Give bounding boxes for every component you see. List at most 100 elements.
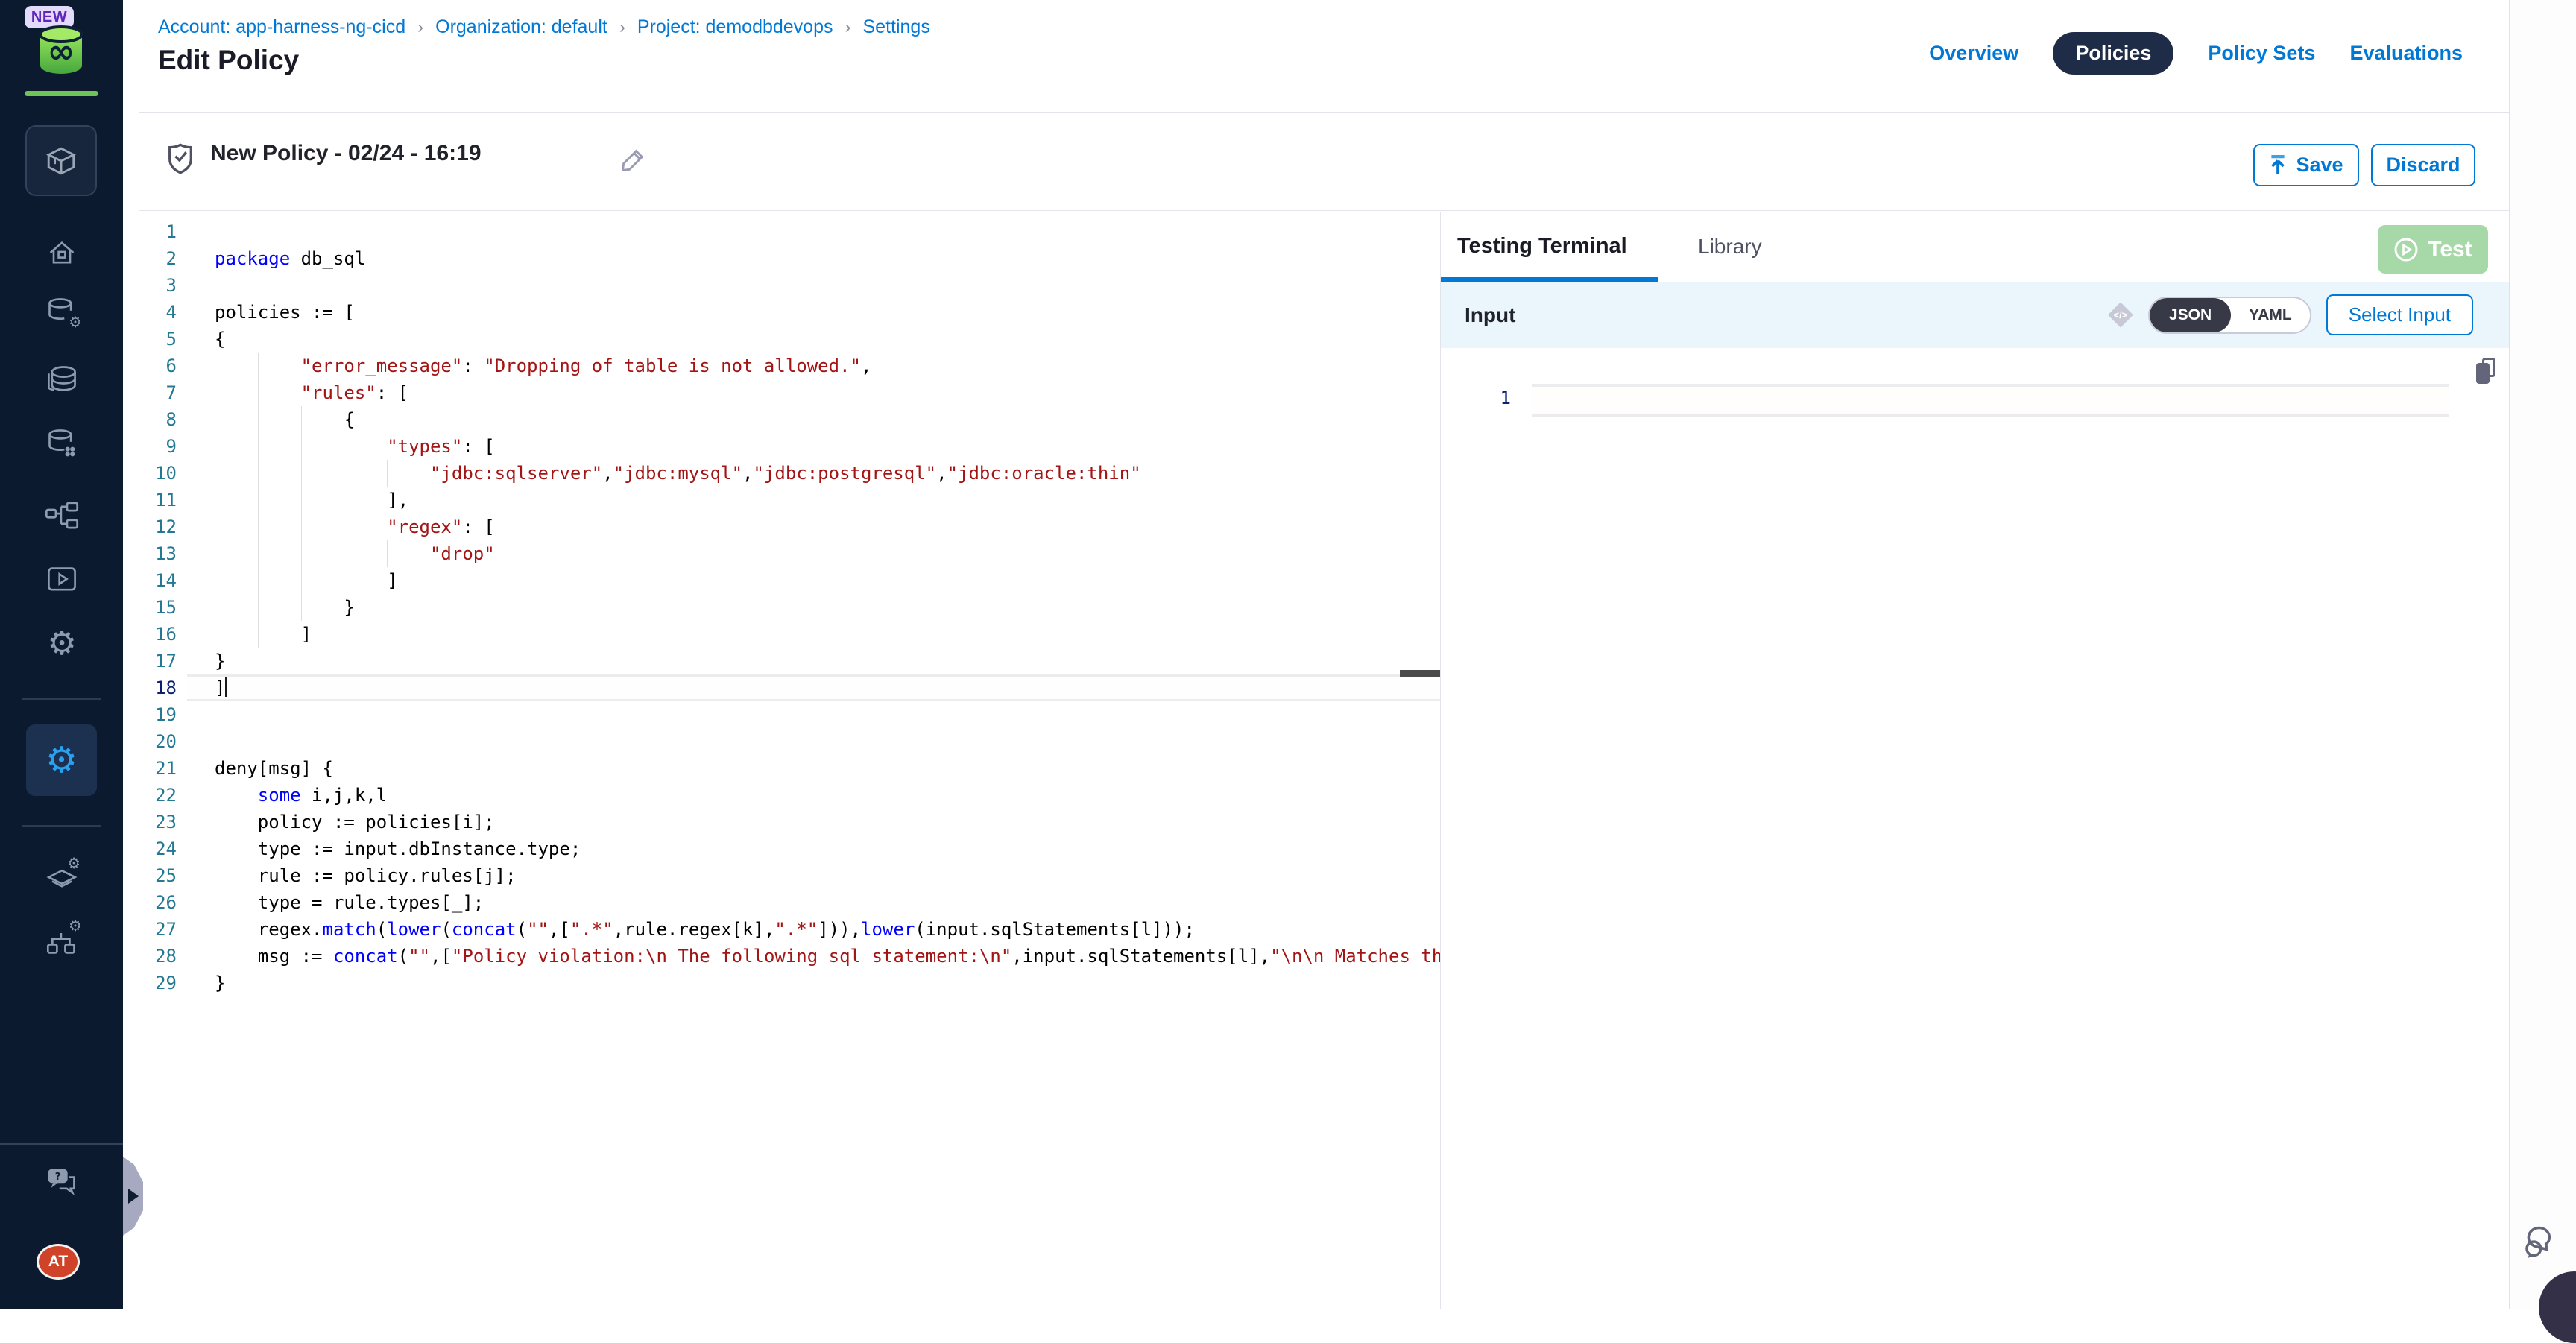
gear-badge-icon: ⚙ bbox=[69, 313, 82, 331]
line-number: 8 bbox=[139, 406, 187, 433]
sidebar-divider bbox=[0, 1143, 123, 1145]
gear-badge-icon: ⚙ bbox=[67, 854, 80, 872]
test-button[interactable]: Test bbox=[2378, 225, 2488, 274]
copy-icon[interactable] bbox=[2476, 358, 2498, 385]
sidebar-item-settings[interactable]: ⚙ bbox=[45, 627, 79, 661]
input-label: Input bbox=[1465, 303, 1515, 327]
line-number: 13 bbox=[139, 540, 187, 567]
code-line[interactable]: 12 "regex": [ bbox=[139, 514, 1440, 540]
code-line[interactable]: 1 bbox=[139, 218, 1440, 245]
save-button[interactable]: Save bbox=[2253, 144, 2359, 186]
select-input-button[interactable]: Select Input bbox=[2326, 294, 2473, 335]
code-line[interactable]: 3 bbox=[139, 272, 1440, 299]
sidebar-item-help[interactable]: ? bbox=[45, 1164, 79, 1198]
line-number: 16 bbox=[139, 621, 187, 648]
policy-nav-tabs: Overview Policies Policy Sets Evaluation… bbox=[1929, 30, 2463, 76]
tab-testing-terminal[interactable]: Testing Terminal bbox=[1457, 234, 1627, 259]
sidebar-item-hierarchy[interactable] bbox=[45, 499, 79, 533]
code-line[interactable]: 23 policy := policies[i]; bbox=[139, 809, 1440, 835]
sidebar-item-media[interactable] bbox=[45, 563, 79, 597]
format-toggle-yaml[interactable]: YAML bbox=[2231, 298, 2310, 332]
code-line[interactable]: 18] bbox=[139, 674, 1440, 701]
code-line[interactable]: 11 ], bbox=[139, 487, 1440, 514]
tab-policy-sets[interactable]: Policy Sets bbox=[2208, 42, 2315, 65]
line-number: 21 bbox=[139, 755, 187, 782]
edit-pencil-icon[interactable] bbox=[619, 147, 646, 174]
sidebar-item-org-settings[interactable]: ⚙ bbox=[45, 924, 79, 958]
sidebar-item-settings-selected[interactable]: ⚙ bbox=[26, 724, 97, 796]
breadcrumb-project[interactable]: Project: demodbdevops bbox=[637, 16, 833, 38]
right-utility-rail bbox=[2509, 0, 2576, 1309]
indent-guide bbox=[387, 540, 388, 567]
code-line[interactable]: 26 type = rule.types[_]; bbox=[139, 889, 1440, 916]
breadcrumb-separator: › bbox=[845, 17, 851, 38]
sidebar-item-database-grid[interactable] bbox=[45, 426, 79, 461]
code-line[interactable]: 29} bbox=[139, 970, 1440, 996]
format-toggle-json[interactable]: JSON bbox=[2150, 298, 2231, 332]
code-line[interactable]: 7 "rules": [ bbox=[139, 379, 1440, 406]
policy-code-editor[interactable]: 12package db_sql34policies := [5{6 "erro… bbox=[139, 212, 1440, 1309]
code-line[interactable]: 6 "error_message": "Dropping of table is… bbox=[139, 353, 1440, 379]
code-line[interactable]: 15 } bbox=[139, 594, 1440, 621]
tree-icon bbox=[45, 501, 79, 531]
user-avatar[interactable]: AT bbox=[37, 1244, 80, 1280]
discard-button[interactable]: Discard bbox=[2371, 144, 2475, 186]
code-line[interactable]: 9 "types": [ bbox=[139, 433, 1440, 460]
input-header-row: Input </> JSON YAML Select Input bbox=[1441, 282, 2509, 348]
support-chat-icon[interactable] bbox=[2522, 1221, 2563, 1263]
sidebar-item-database-settings[interactable]: ⚙ bbox=[45, 295, 79, 329]
sidebar-item-home[interactable] bbox=[45, 236, 79, 270]
tab-evaluations[interactable]: Evaluations bbox=[2349, 42, 2463, 65]
input-editor-active-line[interactable] bbox=[1532, 384, 2449, 417]
indent-guide bbox=[301, 487, 302, 514]
line-number: 11 bbox=[139, 487, 187, 514]
code-line[interactable]: 27 regex.match(lower(concat("",[".*",rul… bbox=[139, 916, 1440, 943]
code-line[interactable]: 25 rule := policy.rules[j]; bbox=[139, 862, 1440, 889]
breadcrumb-settings[interactable]: Settings bbox=[863, 16, 930, 38]
sidebar-item-database-stack[interactable] bbox=[45, 362, 79, 396]
code-line[interactable]: 10 "jdbc:sqlserver","jdbc:mysql","jdbc:p… bbox=[139, 460, 1440, 487]
tab-policies-active[interactable]: Policies bbox=[2053, 32, 2174, 75]
sidebar-divider bbox=[22, 825, 101, 827]
code-line[interactable]: 4policies := [ bbox=[139, 299, 1440, 326]
svg-text:∞: ∞ bbox=[48, 33, 75, 71]
tab-overview[interactable]: Overview bbox=[1929, 42, 2018, 65]
line-number: 22 bbox=[139, 782, 187, 809]
code-line[interactable]: 21deny[msg] { bbox=[139, 755, 1440, 782]
code-line[interactable]: 24 type := input.dbInstance.type; bbox=[139, 835, 1440, 862]
indent-guide bbox=[301, 594, 302, 621]
breadcrumb: Account: app-harness-ng-cicd › Organizat… bbox=[158, 16, 930, 38]
breadcrumb-account[interactable]: Account: app-harness-ng-cicd bbox=[158, 16, 405, 38]
line-number: 15 bbox=[139, 594, 187, 621]
line-number: 27 bbox=[139, 916, 187, 943]
sidebar-item-module-selector[interactable] bbox=[25, 125, 97, 196]
line-number: 14 bbox=[139, 567, 187, 594]
code-line[interactable]: 19 bbox=[139, 701, 1440, 728]
line-number: 10 bbox=[139, 460, 187, 487]
tab-library[interactable]: Library bbox=[1698, 235, 1762, 259]
play-box-icon bbox=[45, 565, 78, 595]
chat-widget-blob[interactable] bbox=[2539, 1271, 2576, 1343]
line-number: 24 bbox=[139, 835, 187, 862]
gear-icon: ⚙ bbox=[47, 628, 76, 660]
sidebar-item-layers-settings[interactable]: ⚙ bbox=[45, 860, 79, 894]
code-line[interactable]: 13 "drop" bbox=[139, 540, 1440, 567]
line-number: 19 bbox=[139, 701, 187, 728]
indent-guide bbox=[258, 353, 259, 379]
code-line[interactable]: 5{ bbox=[139, 326, 1440, 353]
code-line[interactable]: 2package db_sql bbox=[139, 245, 1440, 272]
breadcrumb-organization[interactable]: Organization: default bbox=[435, 16, 607, 38]
indent-guide bbox=[258, 567, 259, 594]
indent-guide bbox=[301, 514, 302, 540]
code-line[interactable]: 8 { bbox=[139, 406, 1440, 433]
line-number: 12 bbox=[139, 514, 187, 540]
code-line[interactable]: 22 some i,j,k,l bbox=[139, 782, 1440, 809]
code-line[interactable]: 16 ] bbox=[139, 621, 1440, 648]
code-line[interactable]: 28 msg := concat("",["Policy violation:\… bbox=[139, 943, 1440, 970]
code-line[interactable]: 20 bbox=[139, 728, 1440, 755]
code-line[interactable]: 17} bbox=[139, 648, 1440, 674]
breadcrumb-separator: › bbox=[417, 17, 423, 38]
code-line[interactable]: 14 ] bbox=[139, 567, 1440, 594]
indent-guide bbox=[258, 594, 259, 621]
db-devops-module-logo-icon[interactable]: ∞ bbox=[34, 24, 88, 79]
